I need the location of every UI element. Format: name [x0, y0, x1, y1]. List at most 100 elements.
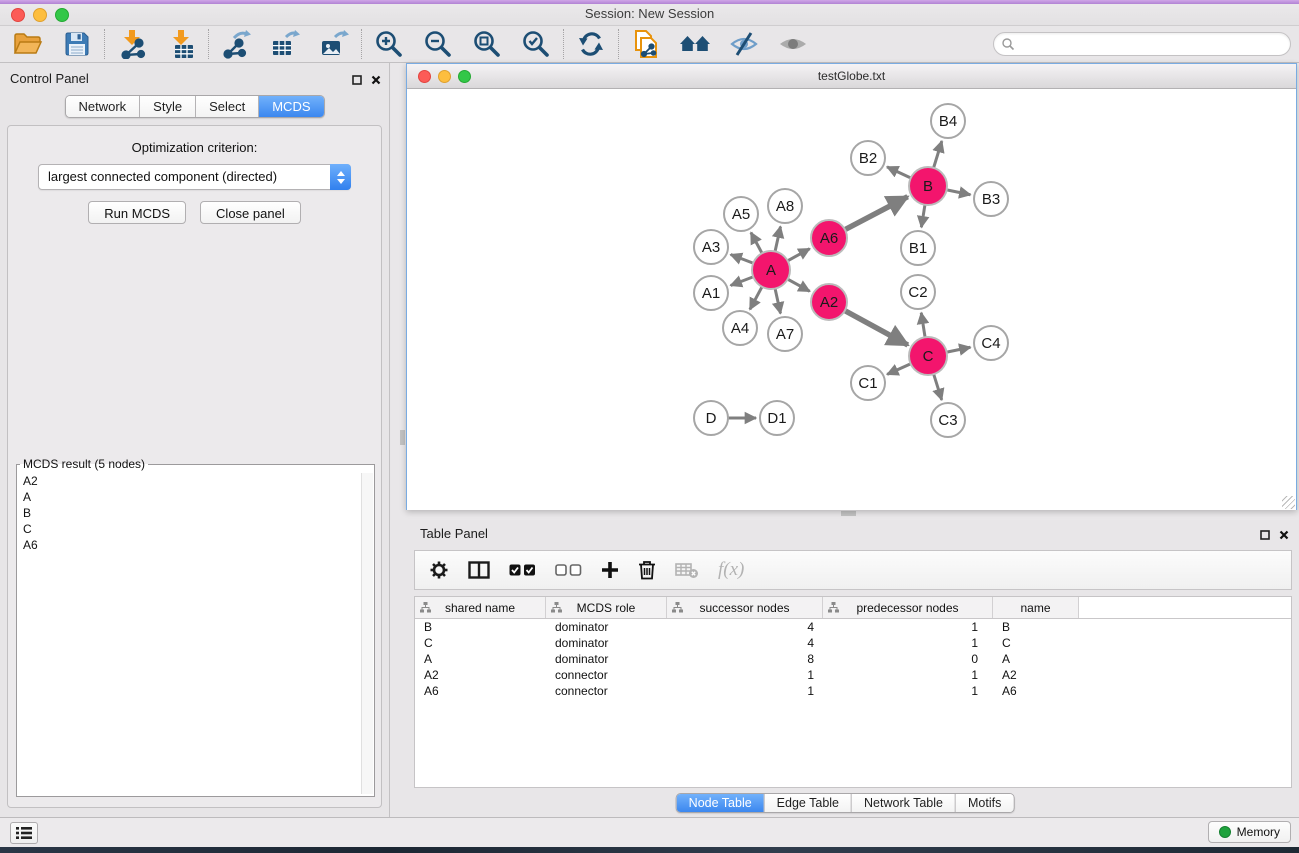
graph-node-A5[interactable]: A5 [723, 196, 759, 232]
create-network-from-file-icon[interactable] [630, 28, 662, 60]
mcds-result-item[interactable]: B [17, 505, 361, 521]
close-panel-button[interactable]: Close panel [200, 201, 301, 224]
desktop-horizontal-scroll-nub[interactable] [841, 511, 856, 516]
table-cell: C [415, 635, 546, 651]
mcds-result-box: MCDS result (5 nodes) A2ABCA6 [16, 457, 375, 797]
show-all-icon[interactable] [679, 28, 711, 60]
graph-node-A8[interactable]: A8 [767, 188, 803, 224]
table-cell: A [415, 651, 546, 667]
column-header-predecessor-nodes[interactable]: predecessor nodes [823, 597, 993, 618]
maximize-window-button[interactable] [55, 8, 69, 22]
tab-network[interactable]: Network [65, 96, 139, 117]
table-row[interactable]: Cdominator41C [415, 635, 1291, 651]
task-history-button[interactable] [10, 822, 38, 844]
node-table[interactable]: shared nameMCDS rolesuccessor nodesprede… [414, 596, 1292, 788]
graph-node-A7[interactable]: A7 [767, 316, 803, 352]
close-table-panel-icon[interactable] [1279, 527, 1289, 545]
close-window-button[interactable] [11, 8, 25, 22]
search-field[interactable] [993, 32, 1291, 56]
close-panel-icon[interactable] [371, 72, 381, 90]
resize-grip-icon[interactable] [1282, 496, 1295, 509]
column-header-successor-nodes[interactable]: successor nodes [667, 597, 823, 618]
tab-motifs[interactable]: Motifs [955, 794, 1013, 812]
table-cell: dominator [546, 619, 667, 635]
graph-node-B2[interactable]: B2 [850, 140, 886, 176]
show-hidden-icon[interactable] [777, 28, 809, 60]
tab-select[interactable]: Select [195, 96, 258, 117]
table-cell: 4 [667, 619, 823, 635]
toolbar-separator [104, 29, 105, 59]
network-canvas[interactable]: B4 B2 B B3 A8A5 A6 A3 B1 A C2 A1 A2 A4A7 C4 C C1 C3 D D1 [407, 89, 1296, 510]
table-row[interactable]: Bdominator41B [415, 619, 1291, 635]
select-all-rows-icon[interactable] [509, 564, 536, 576]
column-header-shared-name[interactable]: shared name [415, 597, 546, 618]
result-scrollbar[interactable] [361, 473, 373, 794]
table-panel-tabs: Node TableEdge TableNetwork TableMotifs [676, 793, 1015, 813]
tab-network-table[interactable]: Network Table [851, 794, 955, 812]
deselect-all-rows-icon[interactable] [555, 564, 582, 576]
export-image-icon[interactable] [318, 28, 350, 60]
mcds-result-list: A2ABCA6 [17, 473, 361, 794]
run-mcds-button[interactable]: Run MCDS [88, 201, 186, 224]
add-row-icon[interactable] [601, 561, 619, 579]
zoom-in-icon[interactable] [373, 28, 405, 60]
zoom-selected-icon[interactable] [520, 28, 552, 60]
graph-node-C4[interactable]: C4 [973, 325, 1009, 361]
graph-node-C3[interactable]: C3 [930, 402, 966, 438]
mcds-result-item[interactable]: A2 [17, 473, 361, 489]
save-session-icon[interactable] [61, 28, 93, 60]
hide-selected-icon[interactable] [728, 28, 760, 60]
network-window-titlebar[interactable]: testGlobe.txt [407, 64, 1296, 89]
graph-node-B3[interactable]: B3 [973, 181, 1009, 217]
mcds-result-item[interactable]: A6 [17, 537, 361, 553]
graph-node-C1[interactable]: C1 [850, 365, 886, 401]
import-network-icon[interactable] [116, 28, 148, 60]
graph-node-A6[interactable]: A6 [810, 219, 848, 257]
table-row[interactable]: A6connector11A6 [415, 683, 1291, 699]
table-cell: 0 [823, 651, 993, 667]
desktop-vertical-scroll-nub[interactable] [400, 430, 405, 445]
main-toolbar [0, 26, 1299, 63]
minimize-window-button[interactable] [33, 8, 47, 22]
export-table-icon[interactable] [269, 28, 301, 60]
graph-node-A1[interactable]: A1 [693, 275, 729, 311]
desktop-wallpaper-strip [0, 847, 1299, 853]
graph-node-A4[interactable]: A4 [722, 310, 758, 346]
open-session-icon[interactable] [12, 28, 44, 60]
table-toolbar: f(x) [414, 550, 1292, 590]
float-table-panel-icon[interactable] [1260, 527, 1270, 545]
export-network-icon[interactable] [220, 28, 252, 60]
search-icon [1001, 37, 1015, 51]
refresh-view-icon[interactable] [575, 28, 607, 60]
criterion-select[interactable]: largest connected component (directed) [38, 164, 351, 190]
zoom-out-icon[interactable] [422, 28, 454, 60]
column-header-name[interactable]: name [993, 597, 1079, 618]
graph-node-C2[interactable]: C2 [900, 274, 936, 310]
memory-button[interactable]: Memory [1208, 821, 1291, 843]
graph-node-C[interactable]: C [908, 336, 948, 376]
zoom-fit-icon[interactable] [471, 28, 503, 60]
graph-node-D[interactable]: D [693, 400, 729, 436]
import-table-icon[interactable] [165, 28, 197, 60]
graph-node-B4[interactable]: B4 [930, 103, 966, 139]
tab-node-table[interactable]: Node Table [677, 794, 764, 812]
tab-style[interactable]: Style [139, 96, 195, 117]
graph-node-B1[interactable]: B1 [900, 230, 936, 266]
table-row[interactable]: Adominator80A [415, 651, 1291, 667]
table-row[interactable]: A2connector11A2 [415, 667, 1291, 683]
mcds-result-item[interactable]: C [17, 521, 361, 537]
select-columns-icon[interactable] [468, 561, 490, 579]
search-input[interactable] [1018, 34, 1282, 54]
graph-node-A[interactable]: A [751, 250, 791, 290]
float-panel-icon[interactable] [352, 72, 362, 90]
graph-node-A2[interactable]: A2 [810, 283, 848, 321]
delete-rows-icon[interactable] [638, 560, 656, 580]
tab-edge-table[interactable]: Edge Table [764, 794, 851, 812]
table-settings-icon[interactable] [429, 560, 449, 580]
graph-node-D1[interactable]: D1 [759, 400, 795, 436]
mcds-result-item[interactable]: A [17, 489, 361, 505]
graph-node-B[interactable]: B [908, 166, 948, 206]
graph-node-A3[interactable]: A3 [693, 229, 729, 265]
tab-mcds[interactable]: MCDS [258, 96, 323, 117]
column-header-mcds-role[interactable]: MCDS role [546, 597, 667, 618]
